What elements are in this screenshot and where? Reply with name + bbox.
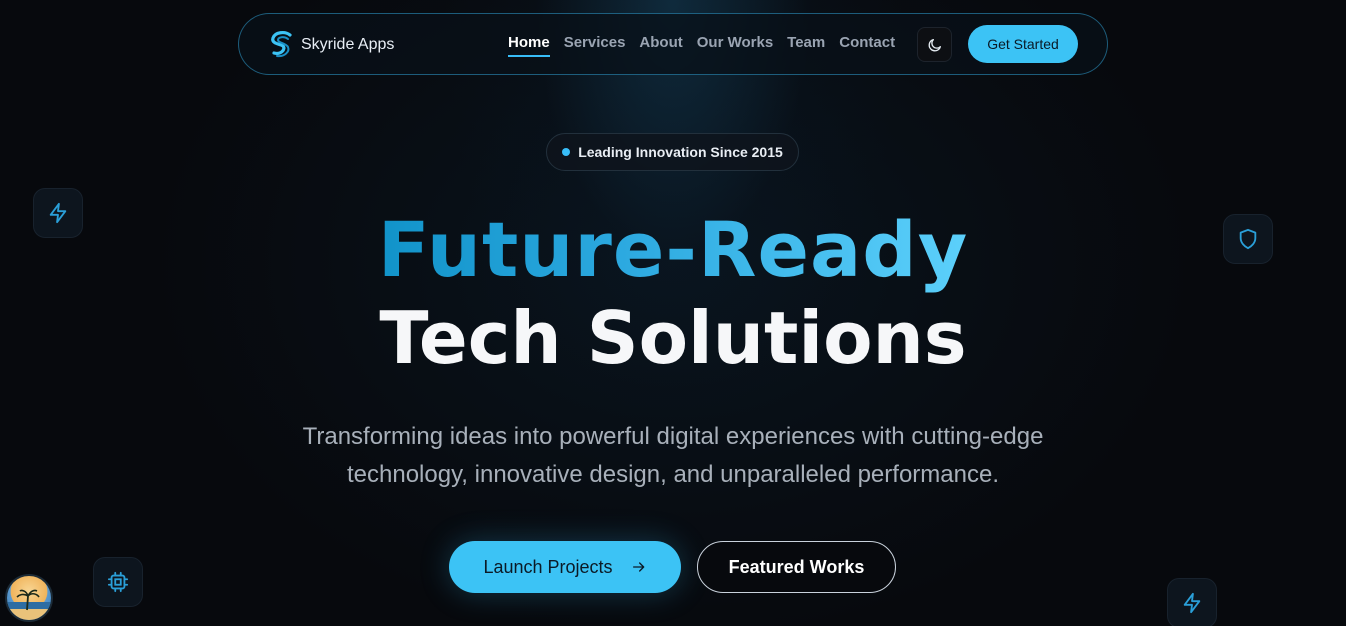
nav-link-contact[interactable]: Contact: [832, 34, 902, 58]
arrow-right-icon: [632, 562, 644, 572]
hero-subtitle: Transforming ideas into powerful digital…: [270, 418, 1076, 494]
floating-tile-shield: [1223, 214, 1273, 264]
lightning-icon: [1183, 592, 1201, 614]
nav-link-services[interactable]: Services: [557, 34, 633, 58]
nav-link-home[interactable]: Home: [501, 34, 557, 58]
brand[interactable]: Skyride Apps: [269, 30, 394, 60]
cpu-chip-icon: [107, 571, 129, 593]
nav-link-team[interactable]: Team: [780, 34, 832, 58]
floating-tile-lightning-right: [1167, 578, 1217, 626]
brand-name: Skyride Apps: [301, 36, 395, 53]
headline-line-1: Future-Ready: [377, 205, 969, 294]
nav-link-our-works[interactable]: Our Works: [690, 34, 780, 58]
badge-dot: [562, 148, 571, 156]
avatar[interactable]: [5, 574, 53, 622]
hero-badge: Leading Innovation Since 2015: [546, 133, 799, 171]
subtitle-line-1: Transforming ideas into powerful digital…: [302, 423, 1044, 450]
s-logo-icon: [271, 31, 292, 58]
navbar: Skyride Apps Home Services About Our Wor…: [238, 13, 1108, 75]
subtitle-line-2: technology, innovative design, and unpar…: [347, 461, 999, 488]
moon-icon: [928, 38, 941, 51]
featured-works-button[interactable]: Featured Works: [697, 541, 896, 593]
nav-link-about[interactable]: About: [632, 34, 689, 58]
nav-links: Home Services About Our Works Team Conta…: [501, 34, 902, 58]
avatar-image: [7, 589, 51, 620]
launch-projects-label: Launch Projects: [483, 556, 613, 577]
floating-tile-cpu: [93, 557, 143, 607]
shield-icon: [1239, 228, 1257, 250]
floating-tile-lightning-left: [33, 188, 83, 238]
headline-line-2: Tech Solutions: [379, 296, 967, 380]
get-started-button[interactable]: Get Started: [968, 25, 1078, 63]
lightning-icon: [49, 202, 67, 224]
launch-projects-button[interactable]: Launch Projects: [449, 541, 681, 593]
theme-toggle-button[interactable]: [917, 27, 952, 62]
page: Skyride Apps Home Services About Our Wor…: [0, 0, 1346, 626]
badge-text: Leading Innovation Since 2015: [578, 144, 783, 160]
